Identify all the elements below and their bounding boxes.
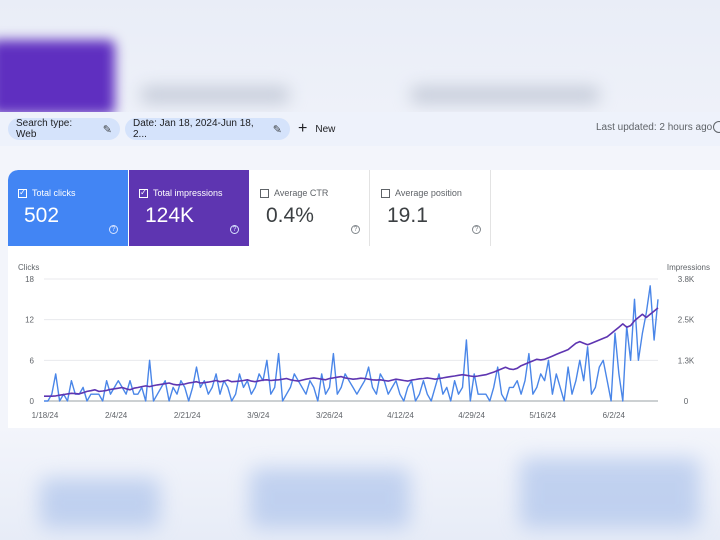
- date-range-label: Date: Jan 18, 2024-Jun 18, 2...: [133, 118, 254, 140]
- search-type-chip[interactable]: Search type: Web ✎: [8, 118, 120, 140]
- y-left-tick-label: 12: [25, 316, 34, 325]
- x-tick-label: 2/21/24: [174, 411, 201, 420]
- blurred-shape: [250, 468, 410, 528]
- y-right-tick-label: 3.8K: [678, 275, 695, 284]
- blurred-text: [410, 86, 600, 104]
- x-tick-label: 4/12/24: [387, 411, 414, 420]
- y-right-tick-label: 0: [684, 397, 689, 406]
- performance-card: ✓ Total clicks 502 ? ✓ Total impressions 1…: [8, 170, 720, 430]
- x-tick-label: 3/26/24: [316, 411, 343, 420]
- x-tick-label: 6/2/24: [603, 411, 626, 420]
- search-type-label: Search type: Web: [16, 118, 73, 140]
- clicks-series-line: [44, 285, 659, 402]
- x-tick-label: 1/18/24: [32, 411, 59, 420]
- blurred-logo: [0, 40, 115, 112]
- y-left-tick-label: 0: [30, 397, 35, 406]
- left-axis-title: Clicks: [18, 263, 39, 272]
- date-range-chip[interactable]: Date: Jan 18, 2024-Jun 18, 2... ✎: [125, 118, 290, 140]
- pencil-icon: ✎: [102, 123, 112, 136]
- pencil-icon: ✎: [272, 123, 282, 136]
- help-icon[interactable]: [713, 121, 720, 133]
- new-filter-button[interactable]: + New: [298, 118, 335, 140]
- blurred-shape: [520, 458, 700, 528]
- new-label: New: [315, 123, 336, 135]
- y-left-tick-label: 6: [30, 356, 35, 365]
- y-right-tick-label: 2.5K: [678, 316, 695, 325]
- plus-icon: +: [298, 120, 308, 137]
- performance-chart[interactable]: Clicks Impressions 18 3.8K 12 2.5K 6 1.3K 0 0 1/…: [8, 170, 720, 430]
- last-updated-text: Last updated: 2 hours ago: [596, 122, 713, 133]
- x-tick-label: 4/29/24: [458, 411, 485, 420]
- x-tick-label: 3/9/24: [247, 411, 270, 420]
- blurred-text: [140, 86, 290, 104]
- blurred-shape: [40, 478, 160, 528]
- y-right-tick-label: 1.3K: [678, 356, 695, 365]
- y-left-tick-label: 18: [25, 275, 34, 284]
- right-axis-title: Impressions: [667, 263, 710, 272]
- x-tick-label: 5/16/24: [529, 411, 556, 420]
- x-tick-label: 2/4/24: [105, 411, 128, 420]
- blurred-footer: [0, 428, 720, 540]
- blurred-header: [0, 0, 720, 112]
